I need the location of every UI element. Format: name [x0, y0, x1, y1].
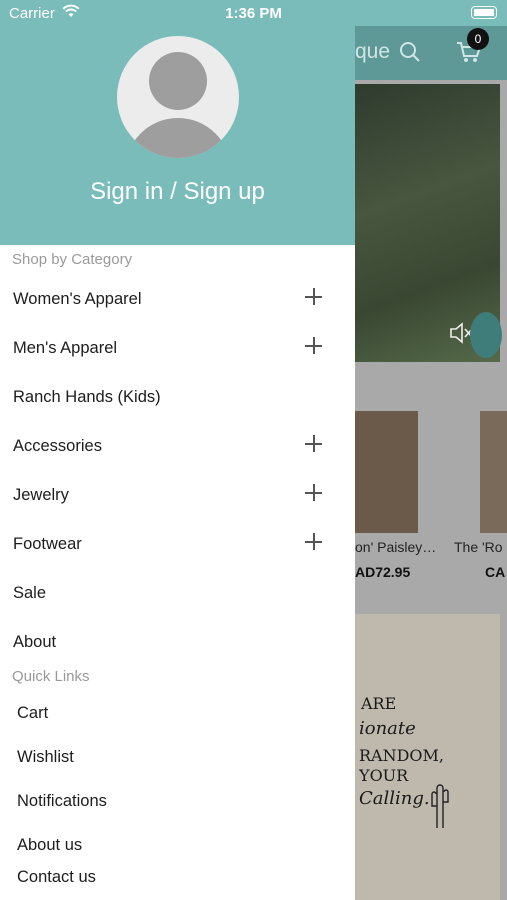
expand-plus-icon[interactable] — [305, 484, 322, 501]
brand-logo — [470, 312, 502, 358]
menu-item-about[interactable]: About — [0, 620, 355, 669]
sign-in-button[interactable]: Sign in / Sign up — [0, 178, 355, 206]
battery-icon — [471, 6, 497, 19]
quick-link-cart[interactable]: Cart — [0, 692, 355, 736]
search-icon[interactable] — [399, 41, 421, 63]
quote-line: YOUR — [359, 766, 409, 785]
menu-item-label: Sale — [13, 584, 47, 602]
product-name[interactable]: The 'Ro — [454, 539, 503, 555]
quote-line: ARE — [361, 694, 397, 713]
avatar-icon[interactable] — [117, 36, 239, 158]
menu-item-label: Women's Apparel — [13, 290, 142, 308]
product-image[interactable] — [480, 411, 507, 533]
quick-link-wishlist[interactable]: Wishlist — [0, 736, 355, 780]
quick-link-label: Wishlist — [17, 748, 74, 766]
menu-item-womens-apparel[interactable]: Women's Apparel — [0, 277, 355, 326]
quote-line: ionate — [359, 718, 416, 739]
quick-links-heading: Quick Links — [12, 668, 90, 685]
shop-by-category-heading: Shop by Category — [12, 251, 133, 268]
quick-link-contact-us[interactable]: Contact us — [0, 856, 355, 900]
menu-item-label: Footwear — [13, 535, 82, 553]
quick-link-notifications[interactable]: Notifications — [0, 780, 355, 824]
menu-item-ranch-hands[interactable]: Ranch Hands (Kids) — [0, 375, 355, 424]
quote-line: RANDOM, — [359, 746, 445, 765]
menu-item-label: Accessories — [13, 437, 102, 455]
expand-plus-icon[interactable] — [305, 288, 322, 305]
app-title: que — [355, 40, 391, 63]
menu-item-sale[interactable]: Sale — [0, 571, 355, 620]
menu-item-label: Ranch Hands (Kids) — [13, 388, 161, 406]
menu-item-mens-apparel[interactable]: Men's Apparel — [0, 326, 355, 375]
drawer-header: Sign in / Sign up — [0, 0, 355, 245]
cart-count-badge: 0 — [467, 28, 489, 50]
quick-link-label: Cart — [17, 704, 49, 722]
menu-item-footwear[interactable]: Footwear — [0, 522, 355, 571]
expand-plus-icon[interactable] — [305, 533, 322, 550]
product-price: CA — [485, 564, 506, 580]
menu-item-label: About — [13, 633, 57, 651]
quote-line: Calling. — [359, 788, 430, 809]
expand-plus-icon[interactable] — [305, 337, 322, 354]
menu-item-label: Men's Apparel — [13, 339, 118, 357]
cactus-icon — [431, 784, 449, 828]
status-bar: Carrier 1:36 PM — [0, 0, 507, 26]
product-name[interactable]: on' Paisley… — [355, 539, 436, 555]
quick-link-label: Notifications — [17, 792, 107, 810]
promo-banner[interactable]: ARE ionate RANDOM, YOUR Calling. — [355, 614, 500, 900]
menu-item-accessories[interactable]: Accessories — [0, 424, 355, 473]
product-image[interactable] — [355, 411, 418, 533]
quick-link-label: About us — [17, 836, 83, 854]
menu-item-label: Jewelry — [13, 486, 69, 504]
side-drawer: Sign in / Sign up Shop by Category Women… — [0, 0, 355, 900]
quick-link-label: Contact us — [17, 868, 96, 886]
clock: 1:36 PM — [225, 5, 282, 22]
menu-item-jewelry[interactable]: Jewelry — [0, 473, 355, 522]
product-price: AD72.95 — [355, 564, 411, 580]
expand-plus-icon[interactable] — [305, 435, 322, 452]
